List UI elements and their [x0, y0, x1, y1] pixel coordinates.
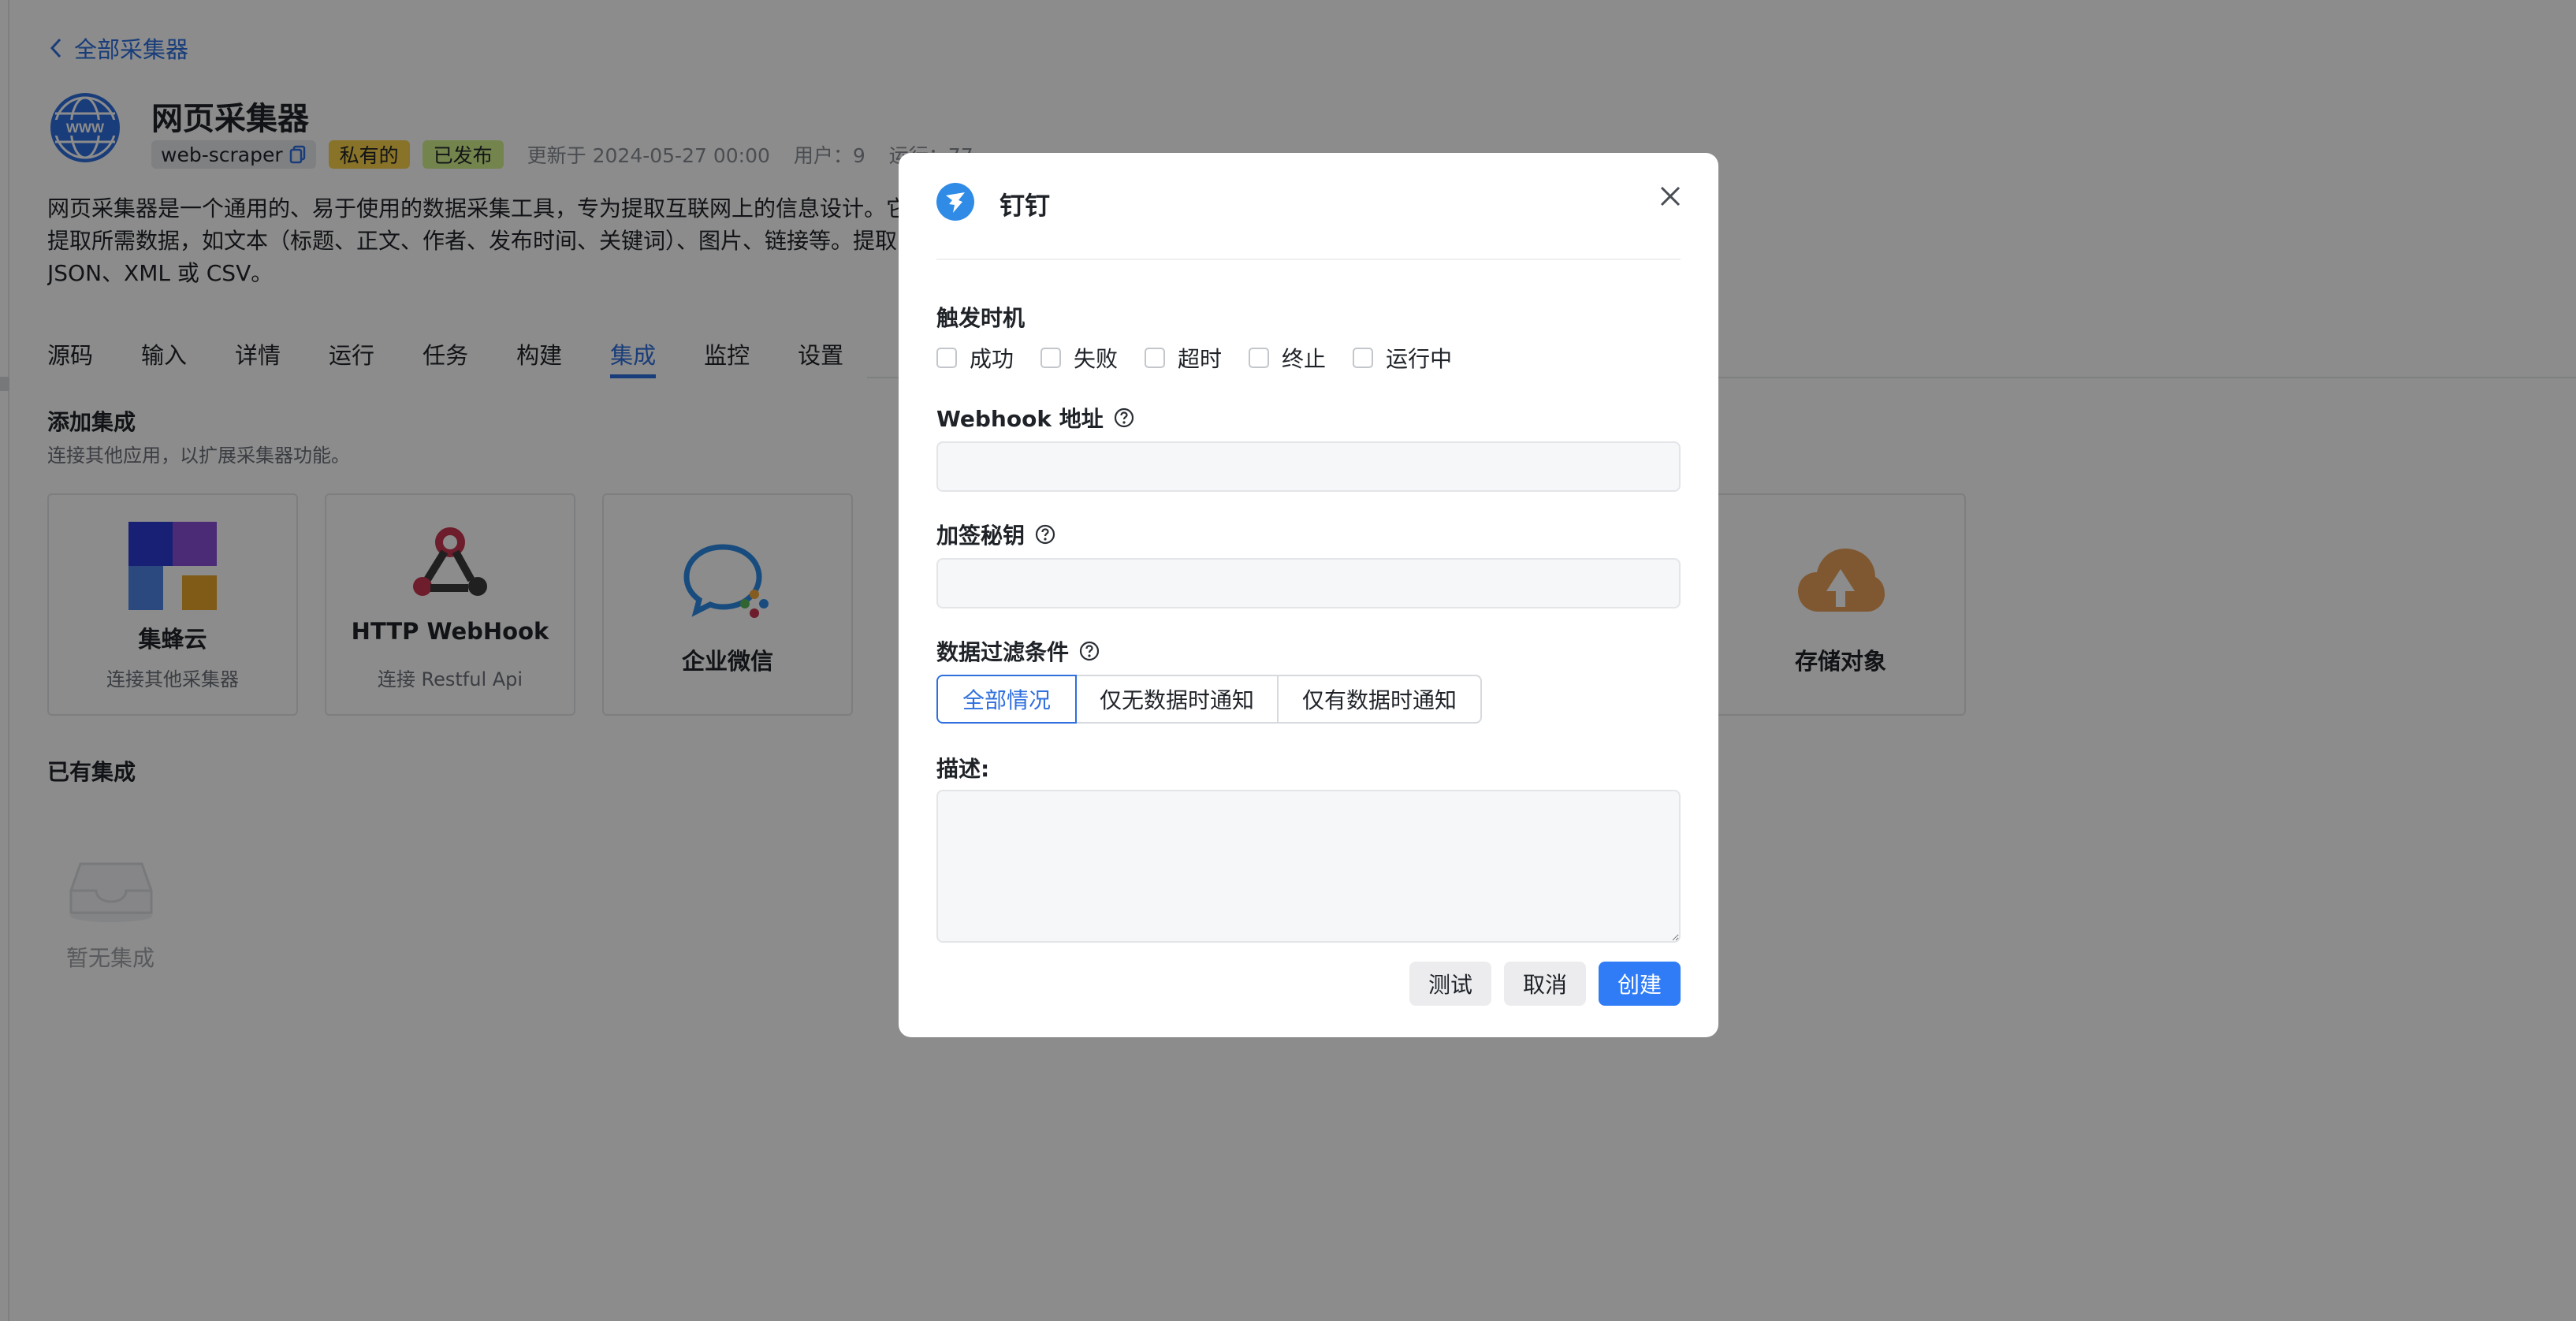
webhook-label: Webhook 地址 [936, 406, 1104, 432]
checkbox-label: 超时 [1178, 346, 1223, 372]
checkbox-label: 运行中 [1386, 346, 1453, 372]
secret-label-row: 加签秘钥 [936, 519, 1056, 550]
description-textarea[interactable] [936, 790, 1681, 943]
dialog-divider [936, 259, 1681, 260]
checkbox-label: 终止 [1282, 346, 1327, 372]
filter-label-row: 数据过滤条件 [936, 635, 1100, 667]
checkbox-box[interactable] [1145, 348, 1166, 368]
webhook-label-row: Webhook 地址 [936, 402, 1135, 434]
dingtalk-logo-icon [936, 183, 974, 221]
checkbox-timeout[interactable]: 超时 [1145, 342, 1222, 374]
test-button[interactable]: 测试 [1409, 962, 1491, 1006]
filter-option-no-data[interactable]: 仅无数据时通知 [1075, 675, 1279, 724]
help-icon[interactable] [1034, 523, 1056, 545]
cancel-button[interactable]: 取消 [1504, 962, 1586, 1006]
help-icon[interactable] [1113, 407, 1135, 429]
checkbox-box[interactable] [1249, 348, 1270, 368]
help-icon[interactable] [1078, 640, 1100, 662]
trigger-label: 触发时机 [936, 305, 1026, 331]
checkbox-success[interactable]: 成功 [936, 342, 1014, 374]
checkbox-running[interactable]: 运行中 [1353, 342, 1452, 374]
secret-label: 加签秘钥 [936, 523, 1026, 549]
dingtalk-dialog: 钉钉 触发时机 成功 失败 超时 终止 运行中 Webhook 地址 加签秘钥 … [899, 153, 1718, 1037]
webhook-url-input[interactable] [936, 441, 1681, 492]
dialog-title: 钉钉 [1000, 191, 1051, 221]
filter-option-has-data[interactable]: 仅有数据时通知 [1277, 675, 1482, 724]
checkbox-box[interactable] [1040, 348, 1062, 368]
close-icon[interactable] [1657, 183, 1684, 210]
filter-label: 数据过滤条件 [936, 639, 1070, 665]
checkbox-label: 成功 [970, 346, 1014, 372]
description-label: 描述: [936, 756, 990, 782]
filter-option-all[interactable]: 全部情况 [936, 675, 1077, 724]
checkbox-failed[interactable]: 失败 [1040, 342, 1118, 374]
checkbox-box[interactable] [1353, 348, 1374, 368]
checkbox-label: 失败 [1074, 346, 1119, 372]
create-button[interactable]: 创建 [1599, 962, 1681, 1006]
secret-input[interactable] [936, 558, 1681, 608]
checkbox-aborted[interactable]: 终止 [1249, 342, 1326, 374]
filter-segmented-control: 全部情况 仅无数据时通知 仅有数据时通知 [936, 675, 1482, 724]
checkbox-box[interactable] [936, 348, 957, 368]
trigger-checkbox-group: 成功 失败 超时 终止 运行中 [936, 342, 1479, 374]
